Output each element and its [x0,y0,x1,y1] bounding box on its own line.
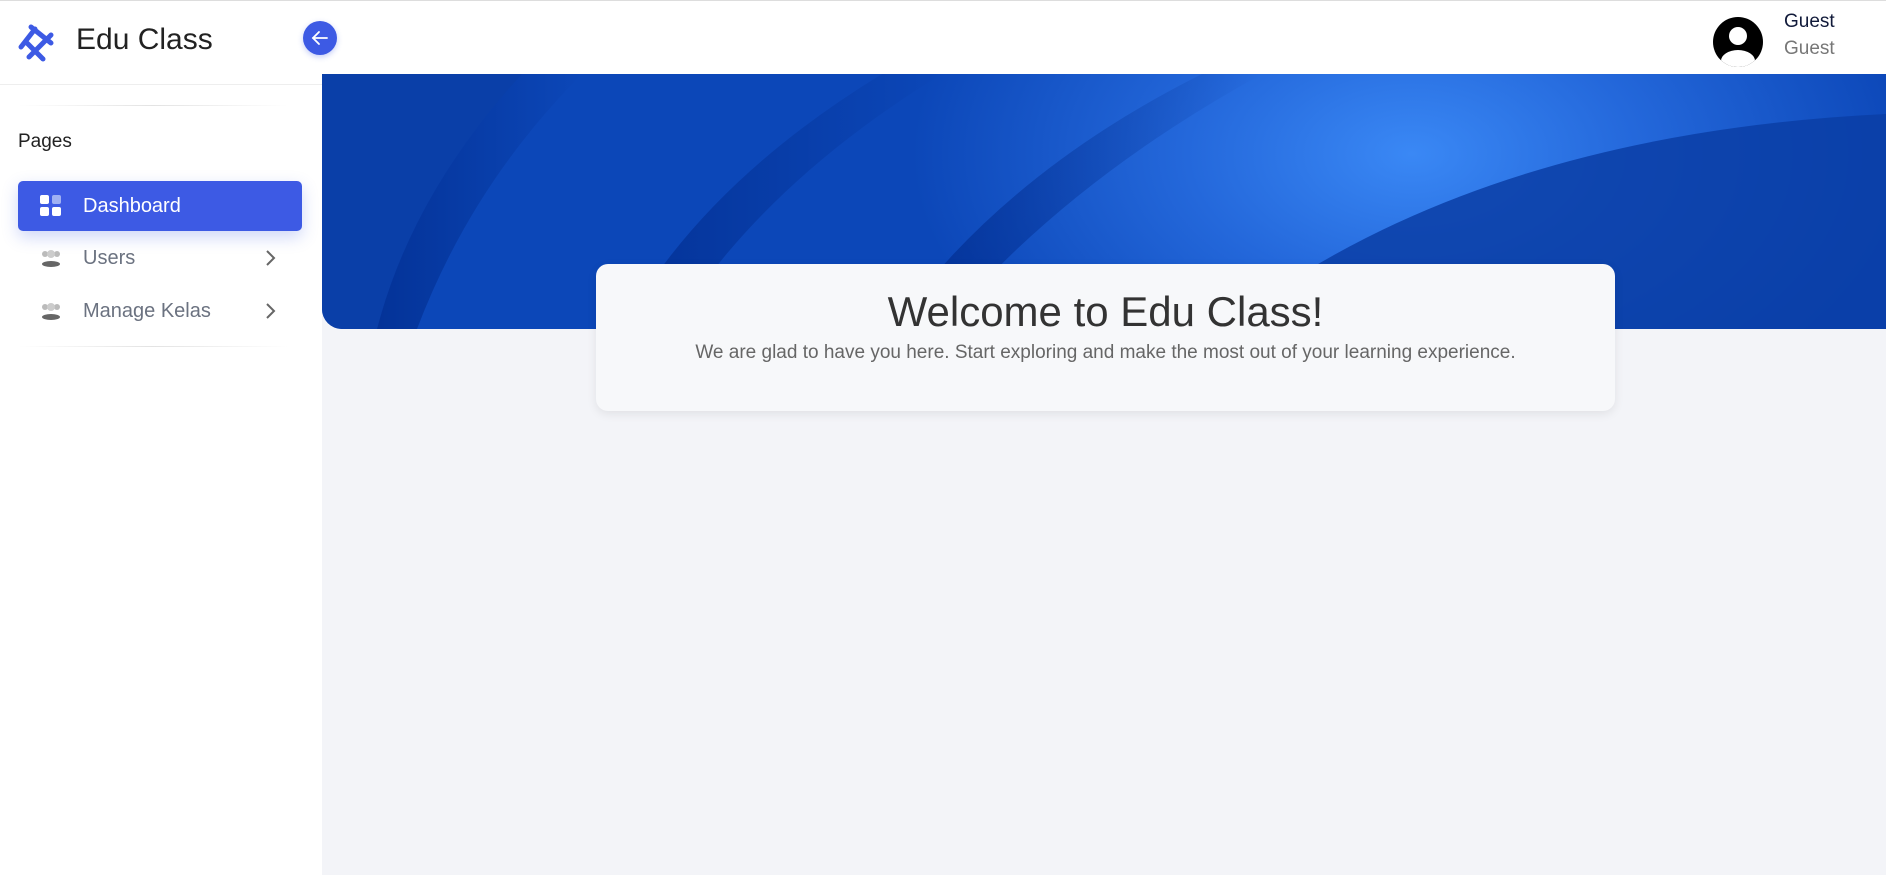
divider [18,346,288,347]
chevron-right-icon [266,250,276,266]
brand[interactable]: Edu Class [0,1,322,85]
sidebar-item-label: Manage Kelas [83,299,211,322]
user-role: Guest [1784,38,1835,59]
top-header [322,0,1886,74]
chevron-right-icon [266,303,276,319]
welcome-card: Welcome to Edu Class! We are glad to hav… [596,264,1615,411]
welcome-title: Welcome to Edu Class! [887,288,1324,335]
sidebar-item-label: Dashboard [83,194,181,217]
logo-icon [18,24,54,62]
avatar[interactable] [1713,17,1763,67]
welcome-subtitle: We are glad to have you here. Start expl… [695,342,1516,363]
sidebar-item-manage-kelas[interactable]: Manage Kelas [18,286,302,336]
divider [18,105,288,106]
section-label: Pages [18,131,72,152]
brand-title: Edu Class [76,23,213,56]
collapse-sidebar-button[interactable] [303,21,337,55]
user-icon [1721,27,1755,67]
user-name: Guest [1784,11,1835,32]
sidebar-item-label: Users [83,246,136,269]
arrow-left-icon [311,31,328,45]
grid-icon [38,194,64,218]
users-icon [38,299,64,323]
sidebar-item-users[interactable]: Users [18,233,302,283]
sidebar-item-dashboard[interactable]: Dashboard [18,181,302,231]
sidebar: Edu Class Pages Dashboard Users Manage K… [0,0,322,875]
users-icon [38,246,64,270]
